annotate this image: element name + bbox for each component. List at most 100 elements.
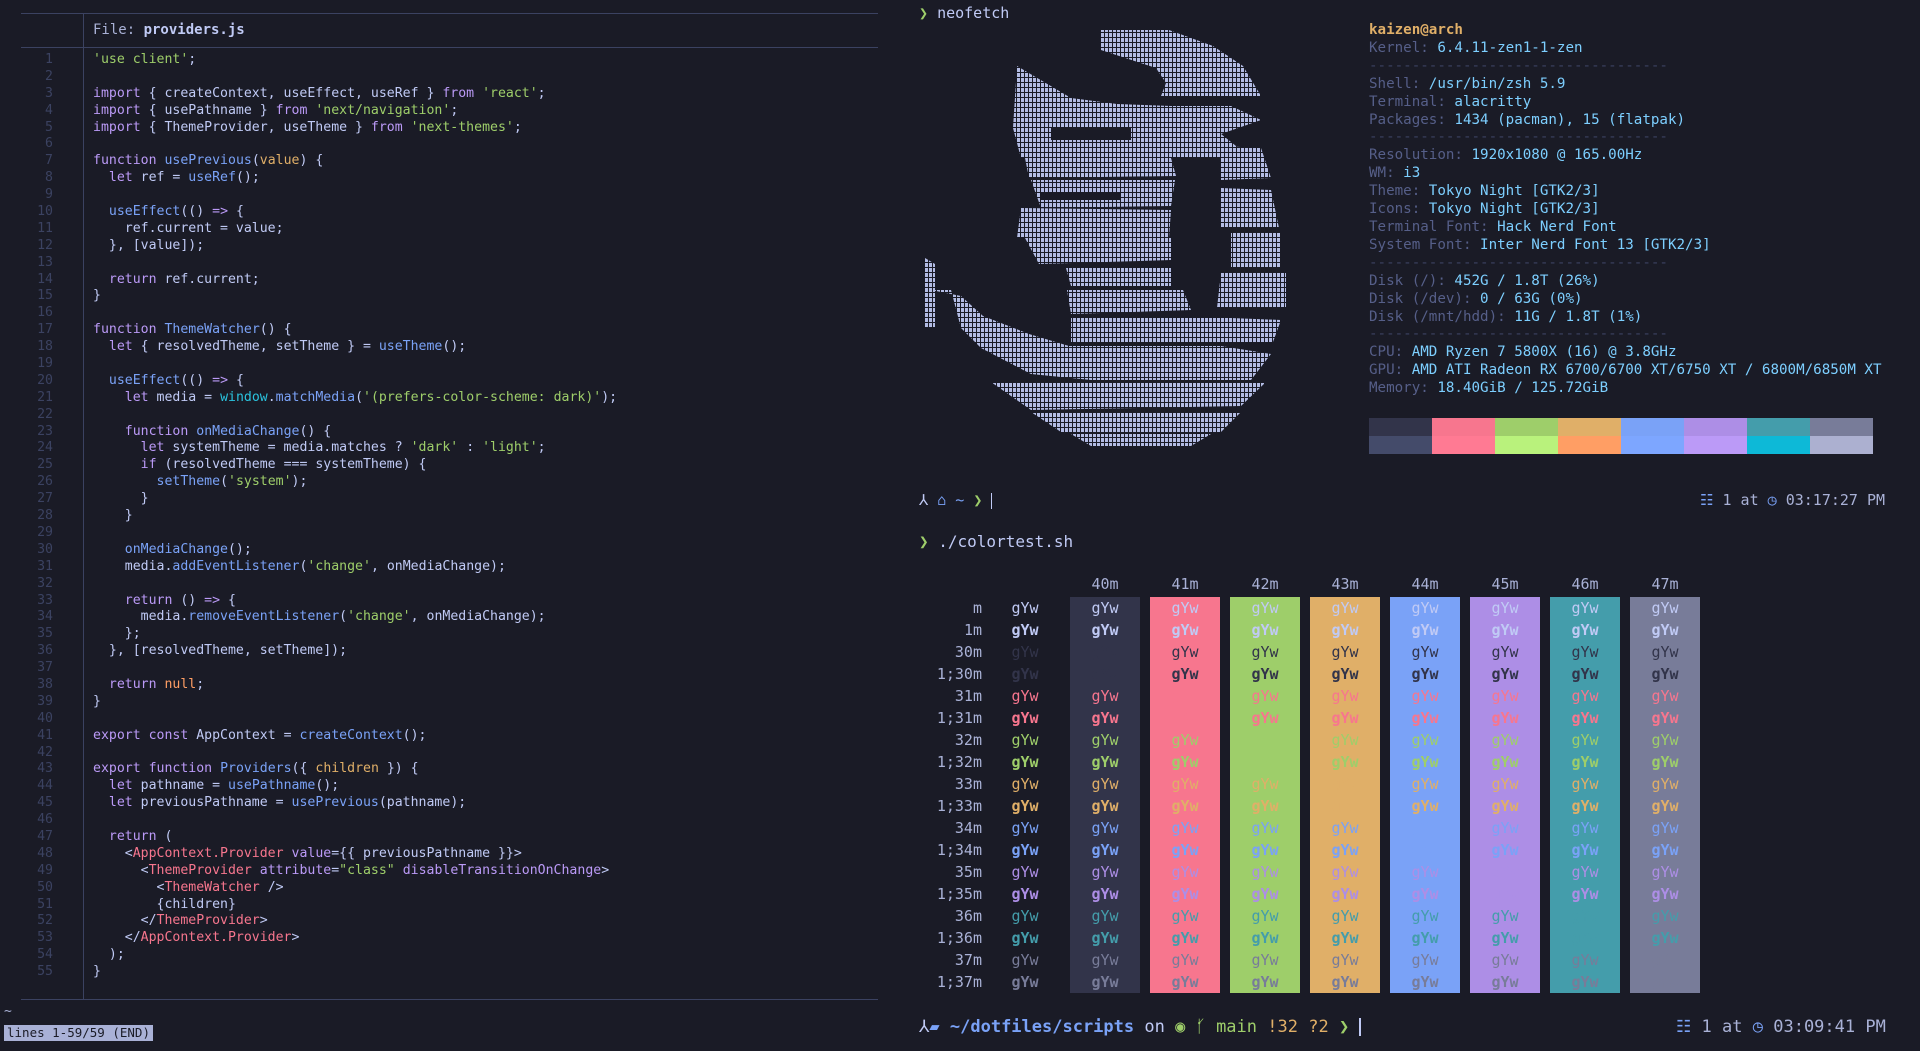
token: attribute: [259, 862, 332, 878]
arch-icon: ⅄: [919, 1017, 930, 1037]
line-number: 28: [37, 508, 53, 524]
home-icon: ⌂: [937, 491, 947, 509]
line-source: function onMediaChange() {: [93, 424, 331, 441]
neofetch-value: Tokyo Night [GTK2/3]: [1428, 183, 1600, 200]
colortest-sample: gYw: [1011, 753, 1039, 771]
token: from: [442, 85, 475, 101]
token: let: [124, 389, 149, 405]
colortest-sample: gYw: [1491, 643, 1519, 661]
line-number: 18: [37, 339, 53, 355]
colortest-sample: gYw: [1331, 929, 1359, 947]
neofetch-key: Resolution:: [1369, 147, 1472, 164]
colortest-sample: gYw: [1091, 951, 1119, 969]
color-palette: [1369, 418, 1873, 454]
token: (): [172, 592, 205, 608]
neofetch-row: CPU: AMD Ryzen 7 5800X (16) @ 3.8GHz: [1369, 344, 1882, 362]
file-viewer-pane[interactable]: File: providers.js 1 'use client'; 2 3 impor…: [0, 0, 878, 1051]
neofetch-row: Theme: Tokyo Night [GTK2/3]: [1369, 183, 1882, 201]
neofetch-row: Shell: /usr/bin/zsh 5.9: [1369, 76, 1882, 94]
token: function: [93, 322, 157, 338]
colortest-sample: gYw: [1171, 973, 1199, 991]
colortest-sample: gYw: [1651, 665, 1679, 683]
token: function: [124, 423, 189, 439]
colortest-sample: gYw: [1251, 687, 1279, 705]
token: );: [291, 474, 308, 490]
token: ;: [513, 119, 522, 135]
colortest-sample: gYw: [1651, 819, 1679, 837]
colortest-sample: gYw: [1011, 709, 1039, 727]
code-line: 34 media.removeEventListener('change', o…: [21, 609, 878, 626]
neofetch-key: Icons:: [1369, 201, 1429, 218]
colortest-sample: gYw: [1571, 885, 1599, 903]
code-line: 46: [21, 812, 878, 829]
token: }: [93, 491, 149, 507]
colortest-sample: gYw: [1491, 775, 1519, 793]
neofetch-separator: -----------------------------------: [1369, 57, 1668, 74]
line-number: 23: [37, 423, 53, 439]
line-source: {children}: [93, 897, 236, 914]
colortest-sample: gYw: [1171, 797, 1199, 815]
neofetch-key: Terminal Font:: [1369, 218, 1498, 235]
colortest-sample: gYw: [1011, 951, 1039, 969]
token: return: [124, 592, 173, 608]
palette-swatch: [1558, 418, 1621, 454]
git-changes: !32: [1267, 1017, 1298, 1037]
token: =>: [212, 372, 229, 388]
colortest-sample: gYw: [1651, 973, 1679, 991]
colortest-sample: gYw: [1491, 687, 1519, 705]
colortest-sample: gYw: [1171, 775, 1199, 793]
colortest-header: 41m: [1171, 575, 1199, 593]
colortest-sample: gYw: [1331, 951, 1359, 969]
shell-prompt-2[interactable]: ⅄▰ ~/dotfiles/scripts on ◉ ᚶ main !32 ?2…: [919, 1017, 1362, 1037]
line-number: 47: [37, 828, 53, 844]
line-source: let media = window.matchMedia('(prefers-…: [93, 390, 617, 407]
colortest-sample: gYw: [1011, 885, 1039, 903]
token: (: [355, 389, 364, 405]
git-branch: main: [1216, 1017, 1258, 1037]
neofetch-row: GPU: AMD ATI Radeon RX 6700/6700 XT/6750…: [1369, 362, 1882, 380]
colortest-row-label: 31m: [954, 687, 982, 705]
code-line: 18 let { resolvedTheme, setTheme } = use…: [21, 339, 878, 356]
code-line: 24 let systemTheme = media.matches ? 'da…: [21, 440, 878, 457]
colortest-sample: gYw: [1491, 665, 1519, 683]
line-number: 4: [45, 102, 53, 118]
colortest-sample: gYw: [1011, 863, 1039, 881]
line-source: ref.current = value;: [93, 221, 284, 238]
token: 'next-themes': [410, 119, 514, 135]
colortest-sample: gYw: [1491, 863, 1519, 881]
arch-ascii-logo: [925, 30, 1286, 446]
colortest-sample: gYw: [1171, 841, 1199, 859]
colortest-sample: gYw: [1171, 621, 1199, 639]
colortest-sample: gYw: [1011, 775, 1039, 793]
neofetch-value: 6.4.11-zen1-1-zen: [1437, 39, 1583, 56]
code-line: 33 return () => {: [21, 593, 878, 610]
neofetch-key: Kernel:: [1369, 39, 1438, 56]
shell-prompt-1[interactable]: ⅄ ⌂ ~ ❯: [919, 491, 993, 509]
line-source: }: [93, 288, 101, 305]
palette-swatch: [1621, 418, 1684, 454]
token: 'system': [228, 474, 292, 490]
line-source: let previousPathname = usePrevious(pathn…: [93, 795, 466, 812]
token: 'dark': [410, 440, 459, 456]
line-number: 27: [37, 491, 53, 507]
line-source: function ThemeWatcher() {: [93, 322, 292, 339]
token: useEffect: [108, 372, 181, 388]
colortest-sample: gYw: [1571, 929, 1599, 947]
neofetch-row: Terminal Font: Hack Nerd Font: [1369, 219, 1882, 237]
colortest-sample: gYw: [1651, 643, 1679, 661]
token: ();: [442, 339, 467, 355]
neofetch-value: AMD ATI Radeon RX 6700/6700 XT/6750 XT /…: [1411, 362, 1882, 379]
neofetch-key: WM:: [1369, 165, 1404, 182]
token: value: [259, 153, 300, 169]
colortest-sample: gYw: [1331, 665, 1359, 683]
colortest-sample: gYw: [1091, 863, 1119, 881]
line-number: 3: [45, 85, 53, 101]
neofetch-key: Memory:: [1369, 380, 1438, 397]
neofetch-separator: -----------------------------------: [1369, 326, 1668, 343]
colortest-sample: gYw: [1091, 907, 1119, 925]
